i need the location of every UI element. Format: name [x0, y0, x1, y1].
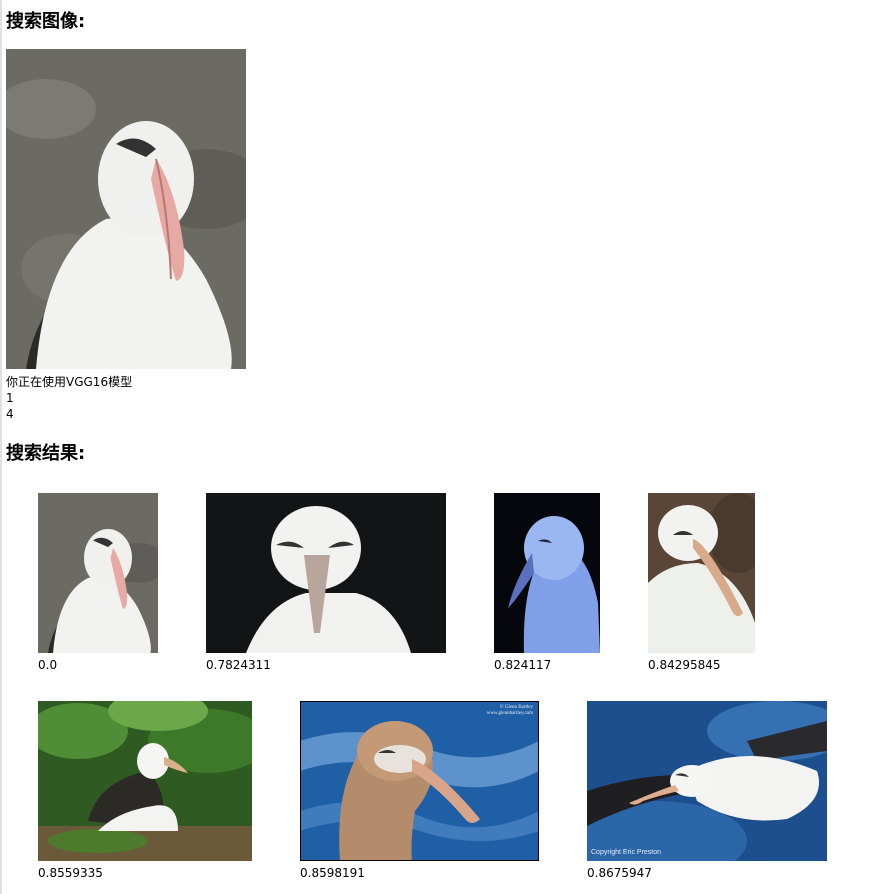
- result-image-2[interactable]: [206, 493, 446, 653]
- query-image: [6, 49, 246, 369]
- result-image-7[interactable]: Copyright Eric Preston: [587, 701, 827, 861]
- result-score-6: 0.8598191: [300, 866, 365, 880]
- watermark-glenn-bartley: © Glenn Bartley www.glennbartley.com: [486, 705, 533, 716]
- results-heading: 搜索结果:: [6, 443, 86, 464]
- result-score-3: 0.824117: [494, 658, 552, 672]
- result-score-2: 0.7824311: [206, 658, 271, 672]
- query-heading: 搜索图像:: [6, 11, 86, 32]
- model-note: 你正在使用VGG16模型: [6, 375, 133, 389]
- result-image-6[interactable]: © Glenn Bartley www.glennbartley.com: [300, 701, 539, 861]
- result-image-4[interactable]: [648, 493, 755, 653]
- result-image-1[interactable]: [38, 493, 158, 653]
- result-score-4: 0.84295845: [648, 658, 721, 672]
- result-image-5[interactable]: [38, 701, 252, 861]
- result-score-7: 0.8675947: [587, 866, 652, 880]
- result-score-5: 0.8559335: [38, 866, 103, 880]
- watermark-eric-preston: Copyright Eric Preston: [591, 849, 662, 856]
- page-left-edge: [0, 0, 2, 894]
- result-score-1: 0.0: [38, 658, 58, 672]
- result-image-3[interactable]: [494, 493, 600, 653]
- query-line-1: 1: [6, 391, 14, 405]
- query-line-2: 4: [6, 407, 14, 421]
